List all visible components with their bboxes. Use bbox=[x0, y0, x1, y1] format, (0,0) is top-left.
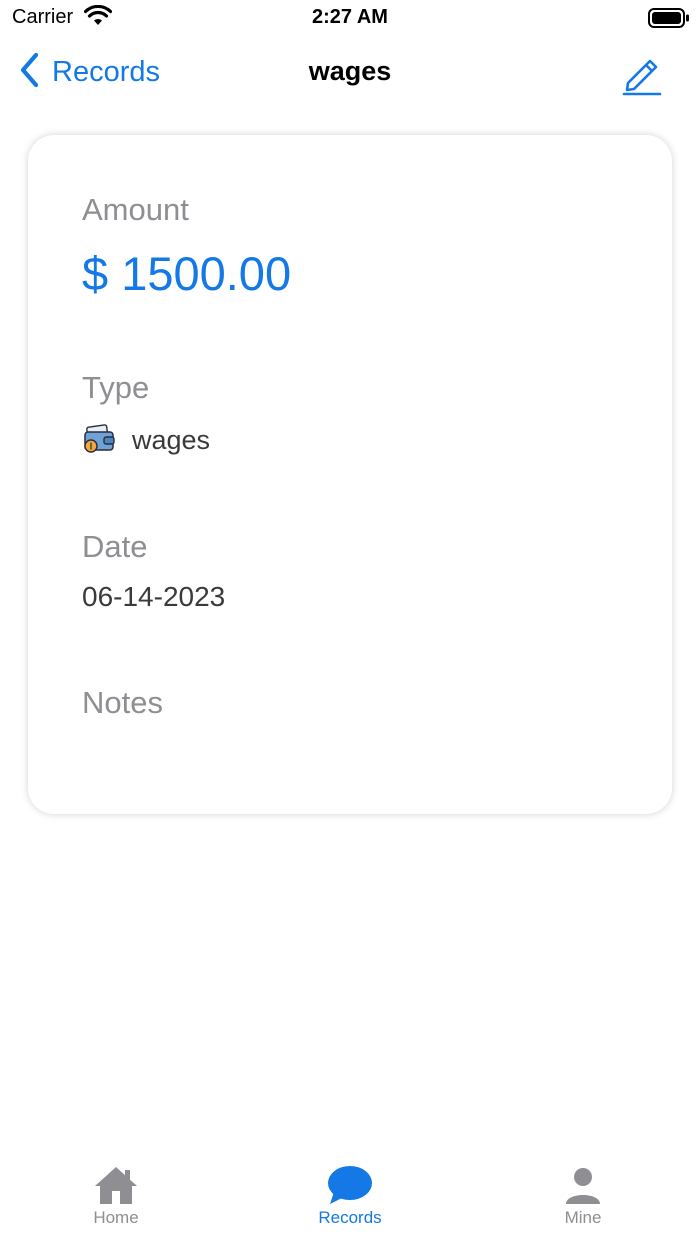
type-row: wages bbox=[82, 423, 210, 458]
record-detail-screen: Carrier 2:27 AM Records wages Amount $ 1… bbox=[0, 0, 700, 1244]
record-card: Amount $ 1500.00 Type wages Date 06-14-2… bbox=[28, 135, 672, 814]
amount-label: Amount bbox=[82, 192, 189, 227]
person-icon bbox=[563, 1154, 603, 1206]
clock: 2:27 AM bbox=[312, 6, 388, 28]
tab-bar: Home Records Mine bbox=[0, 1154, 700, 1244]
home-icon bbox=[92, 1154, 140, 1206]
page-title: wages bbox=[308, 56, 392, 86]
type-value: wages bbox=[132, 425, 211, 455]
tab-home-label: Home bbox=[93, 1208, 139, 1227]
date-label: Date bbox=[82, 529, 148, 564]
status-bar: Carrier 2:27 AM bbox=[0, 0, 700, 36]
tab-records-label: Records bbox=[318, 1208, 382, 1227]
chat-bubble-icon bbox=[326, 1154, 374, 1206]
navigation-bar: Records wages bbox=[0, 36, 700, 108]
battery-icon bbox=[648, 8, 690, 33]
date-value: 06-14-2023 bbox=[82, 581, 226, 612]
type-label: Type bbox=[82, 370, 150, 405]
amount-value: $ 1500.00 bbox=[82, 247, 292, 300]
tab-mine[interactable]: Mine bbox=[523, 1154, 643, 1244]
tab-records[interactable]: Records bbox=[290, 1154, 410, 1244]
tab-home[interactable]: Home bbox=[56, 1154, 176, 1244]
notes-label: Notes bbox=[82, 685, 163, 720]
tab-mine-label: Mine bbox=[564, 1208, 602, 1227]
edit-button[interactable] bbox=[620, 52, 664, 96]
wallet-icon bbox=[82, 423, 116, 458]
pencil-icon bbox=[620, 59, 664, 100]
